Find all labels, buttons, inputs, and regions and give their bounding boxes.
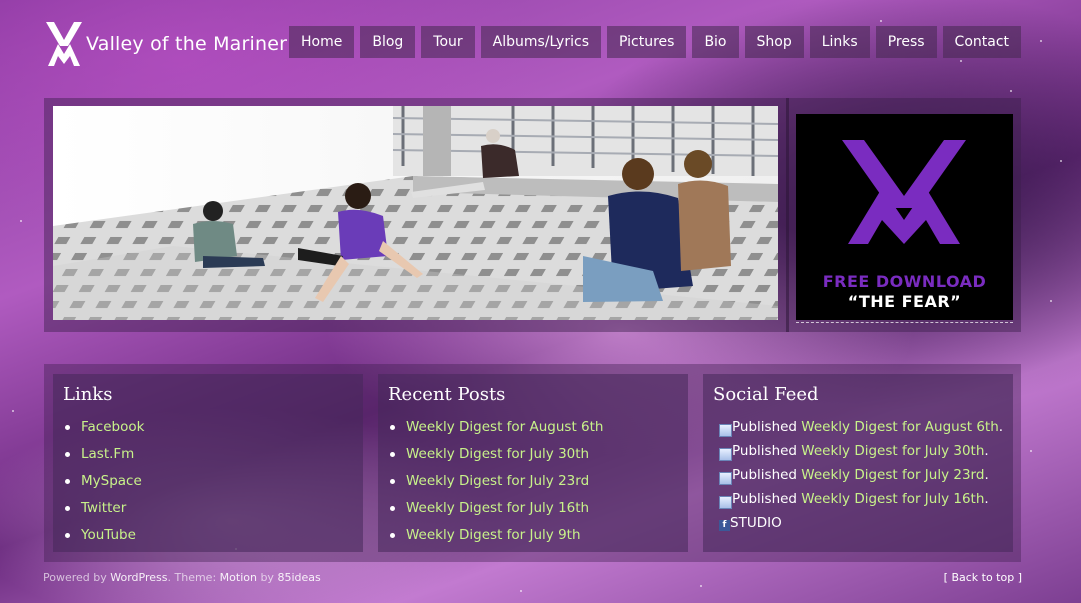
links-widget: Links Facebook Last.Fm MySpace Twitter Y…: [53, 374, 363, 552]
feed-status-text: STUDIO: [730, 515, 782, 531]
feed-item: f STUDIO: [717, 514, 1003, 538]
nav-home[interactable]: Home: [289, 26, 355, 58]
feed-verb: Published: [732, 443, 797, 459]
feed-verb: Published: [732, 491, 797, 507]
widget-area: Links Facebook Last.Fm MySpace Twitter Y…: [44, 364, 1021, 562]
post-feed-icon: [719, 496, 732, 509]
feed-item: Published Weekly Digest for July 23rd.: [717, 466, 1003, 490]
feed-verb: Published: [732, 419, 797, 435]
list-item: Weekly Digest for August 6th: [388, 418, 603, 445]
feed-post-link[interactable]: Weekly Digest for July 30th: [801, 442, 984, 460]
link-youtube[interactable]: YouTube: [81, 526, 136, 544]
footer-theme-label: Theme:: [174, 571, 217, 584]
links-list: Facebook Last.Fm MySpace Twitter YouTube: [63, 418, 144, 553]
main-nav: Home Blog Tour Albums/Lyrics Pictures Bi…: [289, 26, 1022, 58]
feed-post-link[interactable]: Weekly Digest for July 16th: [801, 490, 984, 508]
nav-press[interactable]: Press: [875, 26, 937, 58]
nav-tour[interactable]: Tour: [421, 26, 475, 58]
footer-powered-label: Powered by: [43, 571, 107, 584]
post-link[interactable]: Weekly Digest for August 6th: [406, 418, 603, 436]
post-feed-icon: [719, 424, 732, 437]
recent-posts-widget: Recent Posts Weekly Digest for August 6t…: [378, 374, 688, 552]
post-feed-icon: [719, 448, 732, 461]
nav-pictures[interactable]: Pictures: [606, 26, 687, 58]
footer-by-label: by: [260, 571, 274, 584]
recent-posts-list: Weekly Digest for August 6th Weekly Dige…: [388, 418, 603, 553]
list-item: Weekly Digest for July 9th: [388, 526, 603, 553]
vm-logo-icon: [46, 22, 82, 66]
site-logo[interactable]: Valley of the Mariner: [44, 20, 287, 68]
link-twitter[interactable]: Twitter: [81, 499, 126, 517]
nav-blog[interactable]: Blog: [360, 26, 416, 58]
feed-verb: Published: [732, 467, 797, 483]
promo-dashed-rule: [796, 322, 1013, 323]
bullet-icon: [65, 452, 70, 457]
social-feed-list: Published Weekly Digest for August 6th. …: [717, 418, 1003, 538]
post-link[interactable]: Weekly Digest for July 16th: [406, 499, 589, 517]
feature-area: FREE DOWNLOAD “THE FEAR”: [44, 98, 1021, 332]
post-link[interactable]: Weekly Digest for July 9th: [406, 526, 581, 544]
nav-bio[interactable]: Bio: [692, 26, 739, 58]
vm-logo-icon: [842, 140, 966, 244]
feed-item: Published Weekly Digest for August 6th.: [717, 418, 1003, 442]
back-to-top-link[interactable]: [ Back to top ]: [944, 571, 1022, 584]
links-widget-title: Links: [63, 384, 113, 405]
link-lastfm[interactable]: Last.Fm: [81, 445, 134, 463]
bullet-icon: [390, 479, 395, 484]
link-myspace[interactable]: MySpace: [81, 472, 142, 490]
list-item: Facebook: [63, 418, 144, 445]
list-item: Weekly Digest for July 30th: [388, 445, 603, 472]
nav-contact[interactable]: Contact: [942, 26, 1022, 58]
feed-item: Published Weekly Digest for July 16th.: [717, 490, 1003, 514]
author-link[interactable]: 85ideas: [277, 571, 320, 584]
post-link[interactable]: Weekly Digest for July 30th: [406, 445, 589, 463]
link-facebook[interactable]: Facebook: [81, 418, 144, 436]
social-feed-widget: Social Feed Published Weekly Digest for …: [703, 374, 1013, 552]
bullet-icon: [390, 452, 395, 457]
post-link[interactable]: Weekly Digest for July 23rd: [406, 472, 589, 490]
list-item: MySpace: [63, 472, 144, 499]
facebook-icon: f: [719, 520, 730, 531]
feed-item: Published Weekly Digest for July 30th.: [717, 442, 1003, 466]
nav-albums-lyrics[interactable]: Albums/Lyrics: [480, 26, 601, 58]
bullet-icon: [390, 425, 395, 430]
bullet-icon: [65, 425, 70, 430]
nav-shop[interactable]: Shop: [744, 26, 804, 58]
list-item: Weekly Digest for July 23rd: [388, 472, 603, 499]
bullet-icon: [390, 506, 395, 511]
feed-post-link[interactable]: Weekly Digest for July 23rd: [801, 466, 984, 484]
list-item: Last.Fm: [63, 445, 144, 472]
feed-post-link[interactable]: Weekly Digest for August 6th: [801, 418, 998, 436]
list-item: Twitter: [63, 499, 144, 526]
wordpress-link[interactable]: WordPress: [110, 571, 167, 584]
promo-title: FREE DOWNLOAD: [822, 272, 987, 291]
free-download-promo[interactable]: FREE DOWNLOAD “THE FEAR”: [796, 114, 1013, 320]
feature-divider: [786, 98, 789, 332]
bullet-icon: [65, 533, 70, 538]
footer-credits: Powered by WordPress. Theme: Motion by 8…: [43, 571, 321, 584]
social-feed-title: Social Feed: [713, 384, 819, 405]
bullet-icon: [65, 479, 70, 484]
bullet-icon: [390, 533, 395, 538]
site-title[interactable]: Valley of the Mariner: [86, 33, 287, 55]
list-item: Weekly Digest for July 16th: [388, 499, 603, 526]
recent-posts-title: Recent Posts: [388, 384, 506, 405]
nav-links[interactable]: Links: [809, 26, 870, 58]
post-feed-icon: [719, 472, 732, 485]
list-item: YouTube: [63, 526, 144, 553]
bullet-icon: [65, 506, 70, 511]
band-photo-banner: [53, 106, 778, 320]
promo-subtitle: “THE FEAR”: [847, 292, 962, 311]
motion-theme-link[interactable]: Motion: [220, 571, 257, 584]
